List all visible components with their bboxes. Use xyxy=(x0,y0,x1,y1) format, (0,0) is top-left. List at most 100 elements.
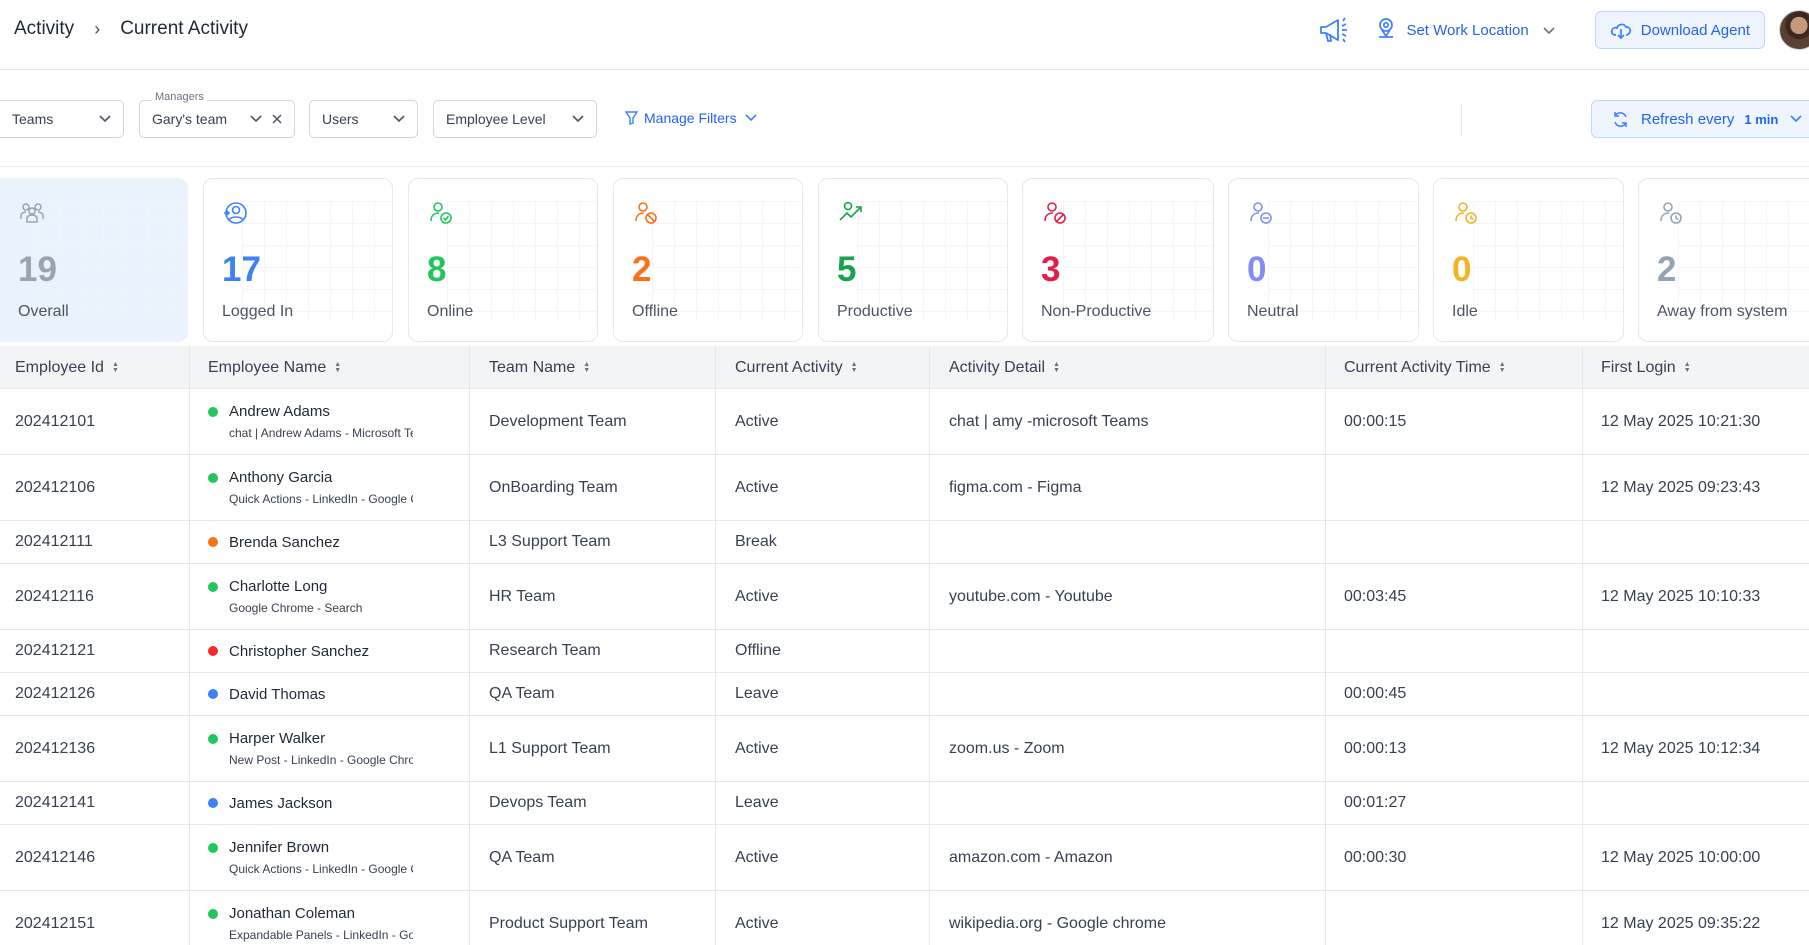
activity-detail-cell xyxy=(930,630,1326,672)
team-name-cell: L3 Support Team xyxy=(470,521,716,563)
column-header-current-activity-time[interactable]: Current Activity Time ▲ ▼ xyxy=(1326,346,1583,389)
stat-card-logged-in[interactable]: 17 Logged In xyxy=(203,178,393,342)
table-row[interactable]: 202412121 Christopher Sanchez Research Tea… xyxy=(0,630,1809,673)
sort-icon: ▲ ▼ xyxy=(1683,360,1691,374)
column-header-employee-name[interactable]: Employee Name ▲ ▼ xyxy=(190,346,470,389)
activity-time-cell xyxy=(1326,521,1583,563)
table-row[interactable]: 202412151 Jonathan Coleman Expandable Pane… xyxy=(0,891,1809,945)
employee-id-cell: 202412101 xyxy=(0,389,190,454)
table-row[interactable]: 202412101 Andrew Adams chat | Andrew Adams… xyxy=(0,389,1809,455)
stat-cards: 19 Overall 17 Logged In 8 Online 2 Offli… xyxy=(0,178,1809,344)
employee-id-cell: 202412111 xyxy=(0,521,190,563)
employee-name[interactable]: Brenda Sanchez xyxy=(208,534,340,551)
employee-name-cell: Charlotte Long Google Chrome - Search xyxy=(190,564,470,629)
current-activity-cell: Break xyxy=(716,521,930,563)
team-name-cell: Devops Team xyxy=(470,782,716,824)
column-header-activity-detail[interactable]: Activity Detail ▲ ▼ xyxy=(930,346,1326,389)
employee-name[interactable]: Harper Walker xyxy=(208,730,325,747)
chevron-down-icon xyxy=(1543,22,1555,39)
table-row[interactable]: 202412146 Jennifer Brown Quick Actions - L… xyxy=(0,825,1809,891)
column-header-employee-id[interactable]: Employee Id ▲ ▼ xyxy=(0,346,190,389)
employee-window-title: Expandable Panels - LinkedIn - Google Ch… xyxy=(229,928,413,942)
stat-value: 0 xyxy=(1247,250,1267,289)
table-body: 202412101 Andrew Adams chat | Andrew Adams… xyxy=(0,389,1809,945)
first-login-cell: 12 May 2025 10:21:30 xyxy=(1601,412,1761,430)
table-row[interactable]: 202412111 Brenda Sanchez L3 Support Team Br… xyxy=(0,521,1809,564)
team-name-cell: QA Team xyxy=(470,825,716,890)
table-row[interactable]: 202412106 Anthony Garcia Quick Actions - L… xyxy=(0,455,1809,521)
employee-name-cell: Jennifer Brown Quick Actions - LinkedIn -… xyxy=(190,825,470,890)
stat-value: 8 xyxy=(427,250,447,289)
stat-card-non-productive[interactable]: 3 Non-Productive xyxy=(1022,178,1214,342)
employee-name[interactable]: Jonathan Coleman xyxy=(208,905,355,922)
stat-label: Offline xyxy=(632,303,678,320)
column-header-team-name[interactable]: Team Name ▲ ▼ xyxy=(470,346,716,389)
set-work-location-dropdown[interactable]: Set Work Location xyxy=(1376,17,1555,43)
filter-bar: Teams Managers Gary's team Users Employe… xyxy=(0,72,1809,167)
employee-window-title: New Post - LinkedIn - Google Chrome xyxy=(229,753,413,767)
employee-name[interactable]: Christopher Sanchez xyxy=(208,643,369,660)
employee-level-filter[interactable]: Employee Level xyxy=(433,100,597,138)
employee-name[interactable]: David Thomas xyxy=(208,686,325,703)
employee-name[interactable]: Jennifer Brown xyxy=(208,839,329,856)
employee-name-label: Brenda Sanchez xyxy=(229,533,340,551)
users-filter[interactable]: Users xyxy=(309,100,418,138)
employee-name[interactable]: Andrew Adams xyxy=(208,403,330,420)
stat-card-away[interactable]: 2 Away from system xyxy=(1638,178,1809,342)
stat-value: 17 xyxy=(222,250,261,289)
stat-value: 5 xyxy=(837,250,857,289)
team-name-cell: HR Team xyxy=(470,564,716,629)
refresh-icon xyxy=(1614,111,1627,127)
clear-icon[interactable] xyxy=(272,114,282,124)
employee-name[interactable]: James Jackson xyxy=(208,795,332,812)
current-activity-page: Activity › Current Activity Set Work Loc… xyxy=(0,0,1809,945)
table-row[interactable]: 202412141 James Jackson Devops Team Leave 00… xyxy=(0,782,1809,825)
refresh-interval-dropdown[interactable]: Refresh every 1 min xyxy=(1591,100,1809,138)
stat-card-neutral[interactable]: 0 Neutral xyxy=(1228,178,1419,342)
chevron-down-icon xyxy=(99,115,111,123)
current-activity-cell: Active xyxy=(716,891,930,945)
table-row[interactable]: 202412136 Harper Walker New Post - LinkedI… xyxy=(0,716,1809,782)
column-header-current-activity[interactable]: Current Activity ▲ ▼ xyxy=(716,346,930,389)
table-row[interactable]: 202412126 David Thomas QA Team Leave 00:00:4… xyxy=(0,673,1809,716)
first-login-cell xyxy=(1583,782,1809,824)
stat-card-idle[interactable]: 0 Idle xyxy=(1433,178,1624,342)
employee-id-cell: 202412116 xyxy=(0,564,190,629)
activity-time-cell: 00:00:15 xyxy=(1326,389,1583,454)
first-login-cell xyxy=(1583,630,1809,672)
employee-name[interactable]: Charlotte Long xyxy=(208,578,327,595)
card-pattern xyxy=(1473,201,1623,321)
employee-window-title: Quick Actions - LinkedIn - Google Chrome xyxy=(229,492,413,506)
current-activity-cell: Leave xyxy=(716,673,930,715)
user-clock-icon xyxy=(1455,202,1477,224)
managers-value: Gary's team xyxy=(152,111,228,127)
team-name-cell: Product Support Team xyxy=(470,891,716,945)
employee-name[interactable]: Anthony Garcia xyxy=(208,469,332,486)
status-dot xyxy=(208,798,218,808)
breadcrumb-parent[interactable]: Activity xyxy=(14,18,74,40)
cloud-download-icon xyxy=(1610,23,1631,39)
current-activity-cell: Active xyxy=(716,455,930,520)
column-header-first-login[interactable]: First Login ▲ ▼ xyxy=(1583,346,1809,389)
avatar[interactable] xyxy=(1779,10,1809,50)
stat-value: 19 xyxy=(18,250,57,289)
managers-filter[interactable]: Managers Gary's team xyxy=(139,91,295,138)
teams-filter[interactable]: Teams xyxy=(0,100,124,138)
user-trend-up-icon xyxy=(839,201,862,221)
table-row[interactable]: 202412116 Charlotte Long Google Chrome - S… xyxy=(0,564,1809,630)
stat-card-online[interactable]: 8 Online xyxy=(408,178,598,342)
activity-detail-cell: zoom.us - Zoom xyxy=(930,716,1326,781)
activity-time-cell: 00:00:30 xyxy=(1326,825,1583,890)
download-agent-button[interactable]: Download Agent xyxy=(1594,11,1765,49)
stat-value: 2 xyxy=(632,250,652,289)
stat-card-productive[interactable]: 5 Productive xyxy=(818,178,1008,342)
megaphone-icon[interactable] xyxy=(1318,13,1352,47)
stat-card-offline[interactable]: 2 Offline xyxy=(613,178,803,342)
current-activity-cell: Leave xyxy=(716,782,930,824)
stat-label: Online xyxy=(427,303,474,320)
stat-card-overall[interactable]: 19 Overall xyxy=(0,178,188,342)
employee-name-label: Andrew Adams xyxy=(229,403,330,420)
sort-icon: ▲ ▼ xyxy=(111,360,119,374)
manage-filters-button[interactable]: Manage Filters xyxy=(625,110,763,126)
employee-id-cell: 202412126 xyxy=(0,673,190,715)
